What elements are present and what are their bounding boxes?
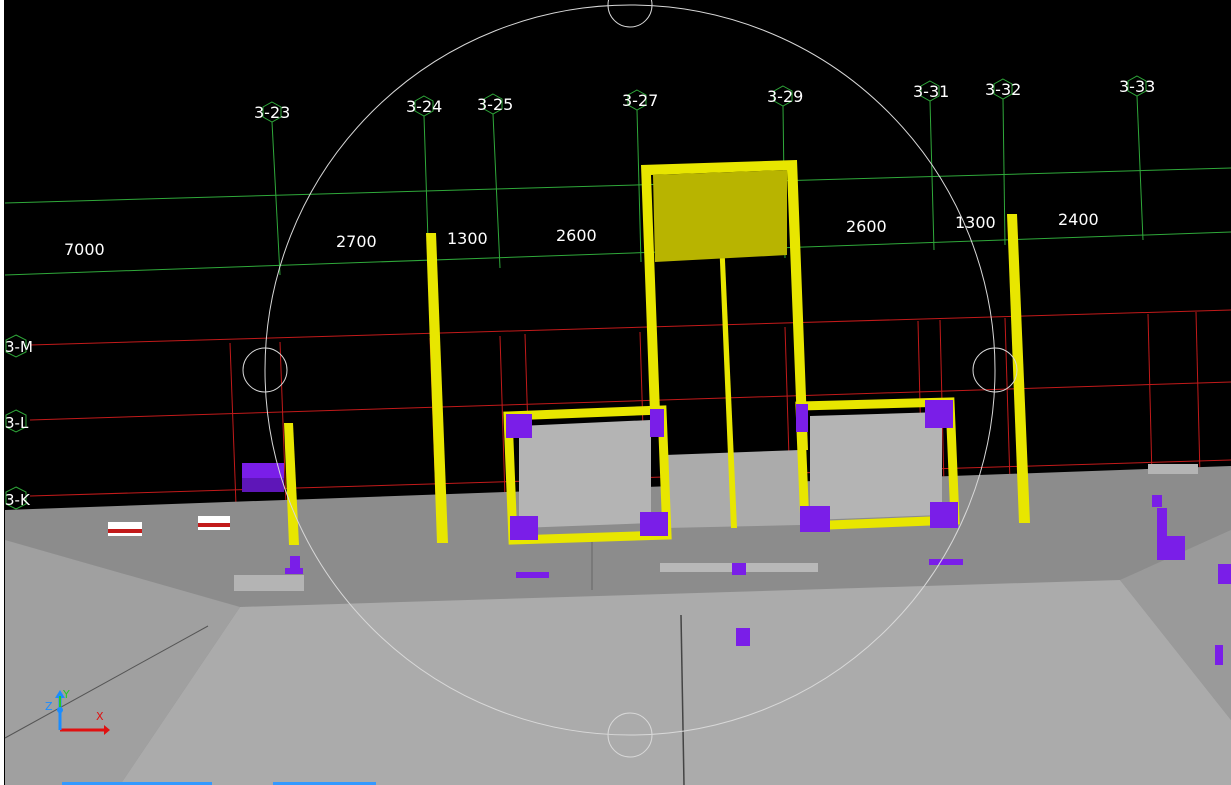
row-label-3-m: 3-M — [5, 338, 33, 356]
dimension-2600-left: 2600 — [556, 226, 597, 245]
dimension-2600-right: 2600 — [846, 217, 887, 236]
axis-label-3-33: 3-33 — [1119, 77, 1155, 96]
axis-label-3-23: 3-23 — [254, 103, 290, 122]
dimension-7000: 7000 — [64, 240, 105, 259]
dimension-1300-right: 1300 — [955, 213, 996, 232]
dimension-labels: 7000 2700 1300 2600 2600 1300 2400 — [64, 210, 1099, 259]
row-label-3-k: 3-K — [5, 491, 31, 509]
row-label-3-l: 3-L — [5, 414, 29, 432]
axis-label-3-29: 3-29 — [767, 87, 803, 106]
axis-label-3-25: 3-25 — [477, 95, 513, 114]
viewport-left-border — [0, 0, 4, 785]
grid-row-labels: 3-M 3-L 3-K — [5, 338, 33, 509]
dimension-2700: 2700 — [336, 232, 377, 251]
axis-label-3-24: 3-24 — [406, 97, 442, 116]
ucs-z-label: Z — [45, 700, 53, 713]
axis-label-3-31: 3-31 — [913, 82, 949, 101]
grid-axis-labels: 3-23 3-24 3-25 3-27 3-29 3-31 3-32 3-33 — [254, 77, 1155, 122]
model-canvas[interactable]: 3-23 3-24 3-25 3-27 3-29 3-31 3-32 3-33 … — [0, 0, 1231, 785]
dimension-1300-left: 1300 — [447, 229, 488, 248]
dimension-2400: 2400 — [1058, 210, 1099, 229]
ucs-x-label: X — [96, 710, 104, 723]
3d-viewport[interactable]: 3-23 3-24 3-25 3-27 3-29 3-31 3-32 3-33 … — [0, 0, 1231, 785]
ucs-y-label: Y — [62, 688, 70, 701]
green-grid — [4, 95, 1231, 276]
axis-label-3-27: 3-27 — [622, 91, 658, 110]
axis-label-3-32: 3-32 — [985, 80, 1021, 99]
